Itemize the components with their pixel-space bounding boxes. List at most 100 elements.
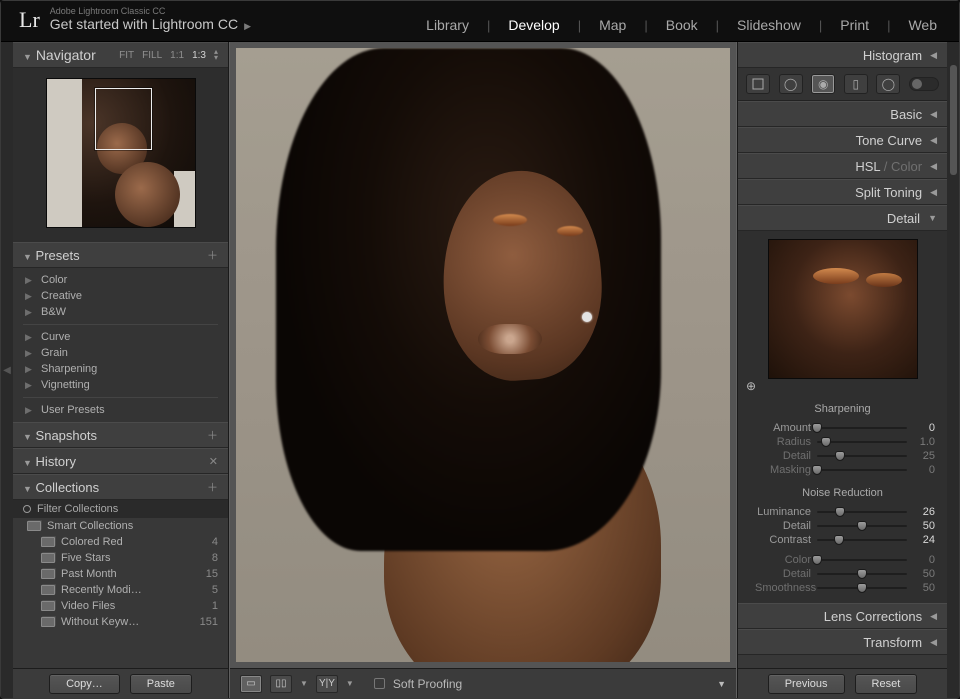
add-snapshot-icon[interactable]: ＋ (207, 427, 218, 443)
preset-group[interactable]: ▶Vignetting (13, 377, 228, 393)
chevron-right-icon: ▶ (244, 21, 251, 31)
collection-folder[interactable]: ▼Smart Collections (13, 518, 228, 534)
nav-zoom-1to1[interactable]: 1:1 (170, 50, 184, 61)
preset-group[interactable]: ▶Curve (13, 329, 228, 345)
module-slideshow[interactable]: Slideshow (733, 17, 805, 33)
histogram-panel-header[interactable]: Histogram ◀ (738, 42, 947, 68)
basic-panel-header[interactable]: Basic ◀ (738, 101, 947, 127)
nav-zoom-ratio[interactable]: 1:3 (192, 50, 206, 61)
navigator-thumbnail[interactable] (46, 78, 196, 228)
left-panel-group: ▼ Navigator FIT FILL 1:1 1:3 ▴▾ (13, 42, 229, 698)
chevron-down-icon[interactable]: ▼ (346, 679, 354, 688)
navigator-preview[interactable] (13, 68, 228, 242)
filter-collections-row[interactable]: Filter Collections (13, 500, 228, 518)
soft-proofing-checkbox[interactable] (374, 678, 385, 689)
noise-reduction-contrast-slider[interactable] (817, 535, 907, 545)
preset-group[interactable]: ▶User Presets (13, 402, 228, 418)
right-bottom-bar: Previous Reset (738, 668, 947, 698)
preset-group[interactable]: ▶Grain (13, 345, 228, 361)
module-develop[interactable]: Develop (504, 17, 563, 33)
navigator-panel-header[interactable]: ▼ Navigator FIT FILL 1:1 1:3 ▴▾ (13, 42, 228, 68)
detail-target-icon[interactable]: ⊕ (746, 379, 756, 393)
paste-settings-button[interactable]: Paste (130, 674, 192, 694)
disclosure-triangle-icon: ▼ (23, 484, 32, 494)
add-collection-icon[interactable]: ＋ (207, 479, 218, 495)
soft-proofing-label: Soft Proofing (393, 677, 462, 691)
copy-settings-button[interactable]: Copy… (49, 674, 120, 694)
toolbar-more-icon[interactable]: ▼ (717, 679, 726, 689)
reset-button[interactable]: Reset (855, 674, 918, 694)
loupe-view-tool[interactable]: ▭ (240, 675, 262, 693)
previous-button[interactable]: Previous (768, 674, 845, 694)
noise-reduction-luminance-slider[interactable] (817, 507, 907, 517)
noise-reduction-luminance-row: Luminance26 (746, 505, 939, 519)
preset-group-label: User Presets (41, 404, 105, 416)
module-book[interactable]: Book (662, 17, 702, 33)
noise-reduction-color-slider[interactable] (817, 555, 907, 565)
sharpening-section-label: Sharpening (746, 403, 939, 415)
before-after-tb-tool[interactable]: Y|Y (316, 675, 338, 693)
preset-group[interactable]: ▶Creative (13, 288, 228, 304)
nav-zoom-fit[interactable]: FIT (119, 50, 134, 61)
clear-history-icon[interactable]: ✕ (209, 455, 218, 468)
sharpening-radius-slider[interactable] (817, 437, 907, 447)
noise-reduction-detail-slider[interactable] (817, 521, 907, 531)
scrollbar-thumb[interactable] (950, 65, 957, 175)
collection-name: Past Month (61, 568, 117, 580)
module-print[interactable]: Print (836, 17, 873, 33)
preset-group[interactable]: ▶B&W (13, 304, 228, 320)
chevron-down-icon[interactable]: ▼ (300, 679, 308, 688)
sharpening-amount-slider[interactable] (817, 423, 907, 433)
disclosure-triangle-icon: ▶ (25, 307, 35, 318)
crop-tool[interactable] (746, 74, 770, 94)
module-web[interactable]: Web (904, 17, 941, 33)
graduated-filter-tool[interactable]: ▯ (844, 74, 868, 94)
tone-curve-panel-header[interactable]: Tone Curve ◀ (738, 127, 947, 153)
loupe-view[interactable] (236, 48, 730, 662)
transform-panel-header[interactable]: Transform ◀ (738, 629, 947, 655)
preset-group[interactable]: ▶Color (13, 272, 228, 288)
add-preset-icon[interactable]: ＋ (207, 247, 218, 263)
center-area: ▭ ▯▯ ▼ Y|Y ▼ Soft Proofing ▼ (229, 42, 737, 698)
presets-panel-header[interactable]: ▼ Presets ＋ (13, 242, 228, 268)
nav-zoom-fill[interactable]: FILL (142, 50, 162, 61)
collection-item[interactable]: ▸Recently Modi…5 (13, 582, 228, 598)
spot-removal-tool[interactable]: ◯ (779, 74, 803, 94)
chevron-up-down-icon[interactable]: ▴▾ (214, 49, 218, 60)
module-map[interactable]: Map (595, 17, 630, 33)
collections-panel-header[interactable]: ▼ Collections ＋ (13, 474, 228, 500)
redeye-tool[interactable]: ◉ (811, 74, 835, 94)
preset-group[interactable]: ▶Sharpening (13, 361, 228, 377)
lens-corrections-panel-header[interactable]: Lens Corrections ◀ (738, 603, 947, 629)
history-panel-header[interactable]: ▼ History ✕ (13, 448, 228, 474)
left-panel-toggle[interactable]: ◀ (1, 42, 13, 698)
hsl-panel-header[interactable]: HSL / Color ◀ (738, 153, 947, 179)
noise-reduction-contrast-row: Contrast24 (746, 533, 939, 547)
noise-reduction-detail-slider[interactable] (817, 569, 907, 579)
module-library[interactable]: Library (422, 17, 473, 33)
right-panel-group: Histogram ◀ ◯ ◉ ▯ ◯ Basic ◀ Tone Curve ◀… (737, 42, 947, 698)
snapshots-panel-header[interactable]: ▼ Snapshots ＋ (13, 422, 228, 448)
module-separator: | (578, 18, 581, 33)
detail-panel-header[interactable]: Detail ▼ (738, 205, 947, 231)
module-picker: Library|Develop|Map|Book|Slideshow|Print… (422, 17, 941, 33)
collection-item[interactable]: ▸Five Stars8 (13, 550, 228, 566)
disclosure-triangle-icon: ◀ (930, 637, 937, 648)
navigator-crop-rect[interactable] (95, 88, 151, 150)
panel-title: Split Toning (855, 185, 922, 200)
collection-item[interactable]: ▸Past Month15 (13, 566, 228, 582)
sharpening-detail-slider[interactable] (817, 451, 907, 461)
radial-filter-tool[interactable]: ◯ (876, 74, 900, 94)
collection-item[interactable]: ▸Without Keyw…151 (13, 614, 228, 630)
right-scrollbar[interactable] (949, 57, 958, 668)
sharpening-masking-slider[interactable] (817, 465, 907, 475)
presets-list: ▶Color▶Creative▶B&W ▶Curve▶Grain▶Sharpeni… (13, 268, 228, 422)
collection-item[interactable]: ▸Video Files1 (13, 598, 228, 614)
noise-reduction-smoothness-slider[interactable] (817, 583, 907, 593)
collection-item[interactable]: ▸Colored Red4 (13, 534, 228, 550)
tagline[interactable]: Get started with Lightroom CC▶ (50, 17, 251, 32)
split-toning-panel-header[interactable]: Split Toning ◀ (738, 179, 947, 205)
panel-switch[interactable] (909, 77, 939, 91)
before-after-lr-tool[interactable]: ▯▯ (270, 675, 292, 693)
detail-preview[interactable] (768, 239, 918, 379)
